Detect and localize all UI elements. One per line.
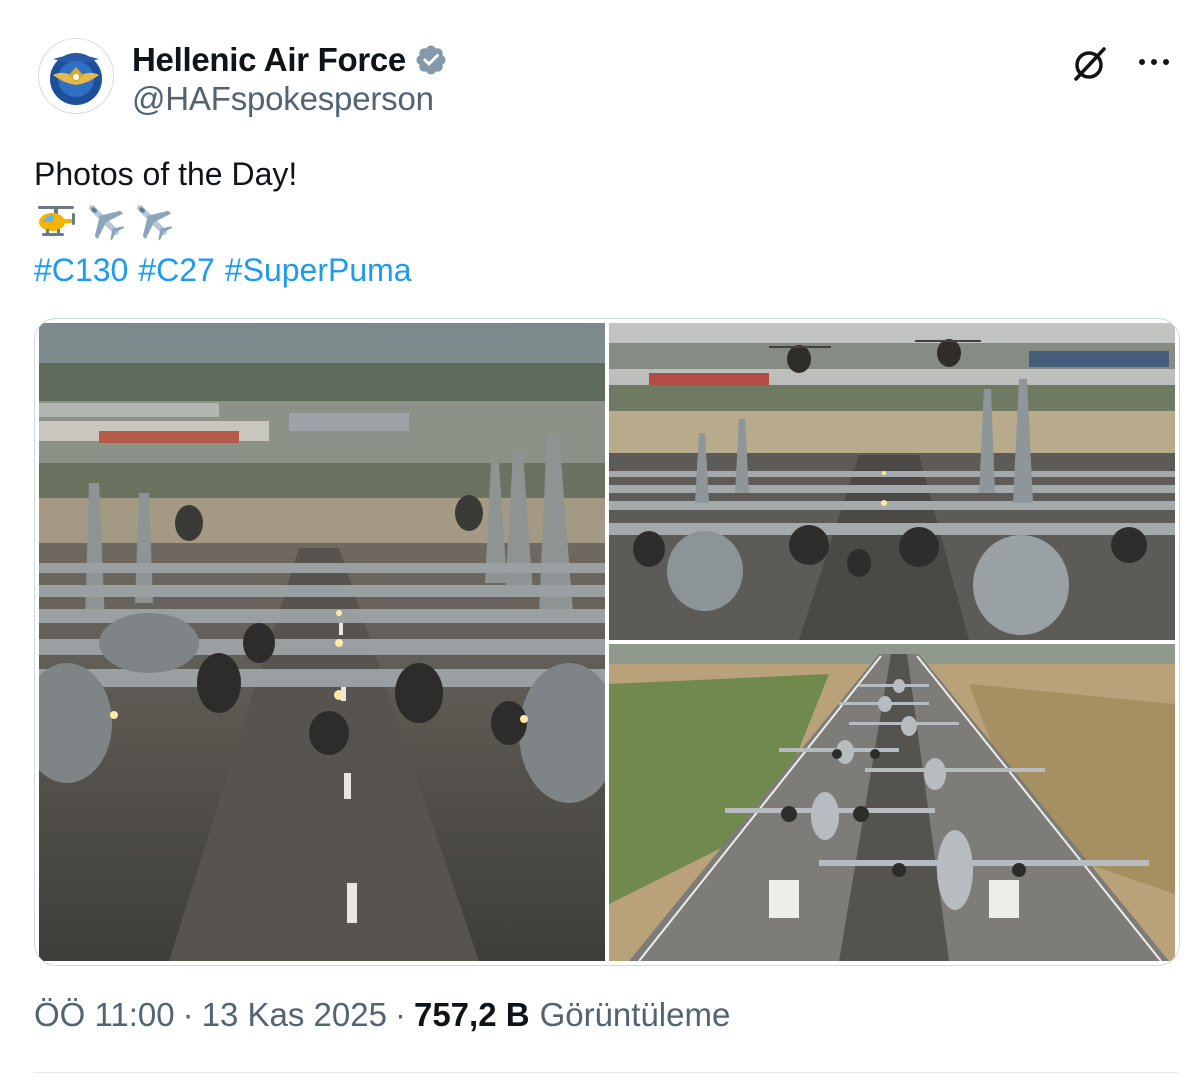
- photo-aerial-runway-image: [609, 644, 1175, 961]
- avatar[interactable]: [38, 38, 114, 114]
- views-label: Görüntüleme: [539, 996, 731, 1033]
- tweet-meta: ÖÖ 11:00 · 13 Kas 2025 · 757,2 B Görüntü…: [34, 996, 730, 1034]
- hellenic-air-force-emblem-icon: [42, 42, 110, 110]
- views-count: 757,2 B: [413, 996, 530, 1033]
- grok-icon: [1074, 47, 1106, 81]
- tweet-time[interactable]: ÖÖ 11:00: [34, 996, 175, 1034]
- author-name-row: Hellenic Air Force: [132, 38, 448, 82]
- author-handle[interactable]: @HAFspokesperson: [132, 80, 434, 118]
- hashtag-list: #C130 #C27 #SuperPuma: [34, 246, 422, 294]
- emoji-row: [34, 196, 174, 244]
- author-display-name[interactable]: Hellenic Air Force: [132, 41, 406, 79]
- tweet-text: Photos of the Day!: [34, 156, 298, 192]
- airplane-emoji-icon: [88, 204, 125, 241]
- helicopter-emoji-icon: [38, 206, 75, 236]
- verified-badge-icon: [414, 43, 448, 77]
- photo-elephant-walk-image: [609, 323, 1175, 640]
- hashtag-c130[interactable]: #C130: [34, 252, 128, 288]
- media-grid: [34, 318, 1180, 966]
- more-options-icon[interactable]: [1134, 48, 1174, 76]
- photo-aerial-runway[interactable]: [609, 644, 1175, 961]
- photo-elephant-walk[interactable]: [609, 323, 1175, 640]
- hashtag-superpuma[interactable]: #SuperPuma: [225, 252, 412, 288]
- tweet-card: Hellenic Air Force @HAFspokesperson Phot…: [0, 0, 1200, 1086]
- grok-button[interactable]: [1068, 42, 1112, 86]
- airplane-emoji-icon: [136, 204, 173, 241]
- photo-runway-lineup[interactable]: [39, 323, 605, 961]
- photo-runway-lineup-image: [39, 323, 605, 961]
- meta-separator: ·: [182, 996, 194, 1033]
- hashtag-c27[interactable]: #C27: [138, 252, 215, 288]
- meta-separator: ·: [394, 996, 406, 1033]
- tweet-date[interactable]: 13 Kas 2025: [202, 996, 387, 1034]
- divider: [34, 1072, 1178, 1073]
